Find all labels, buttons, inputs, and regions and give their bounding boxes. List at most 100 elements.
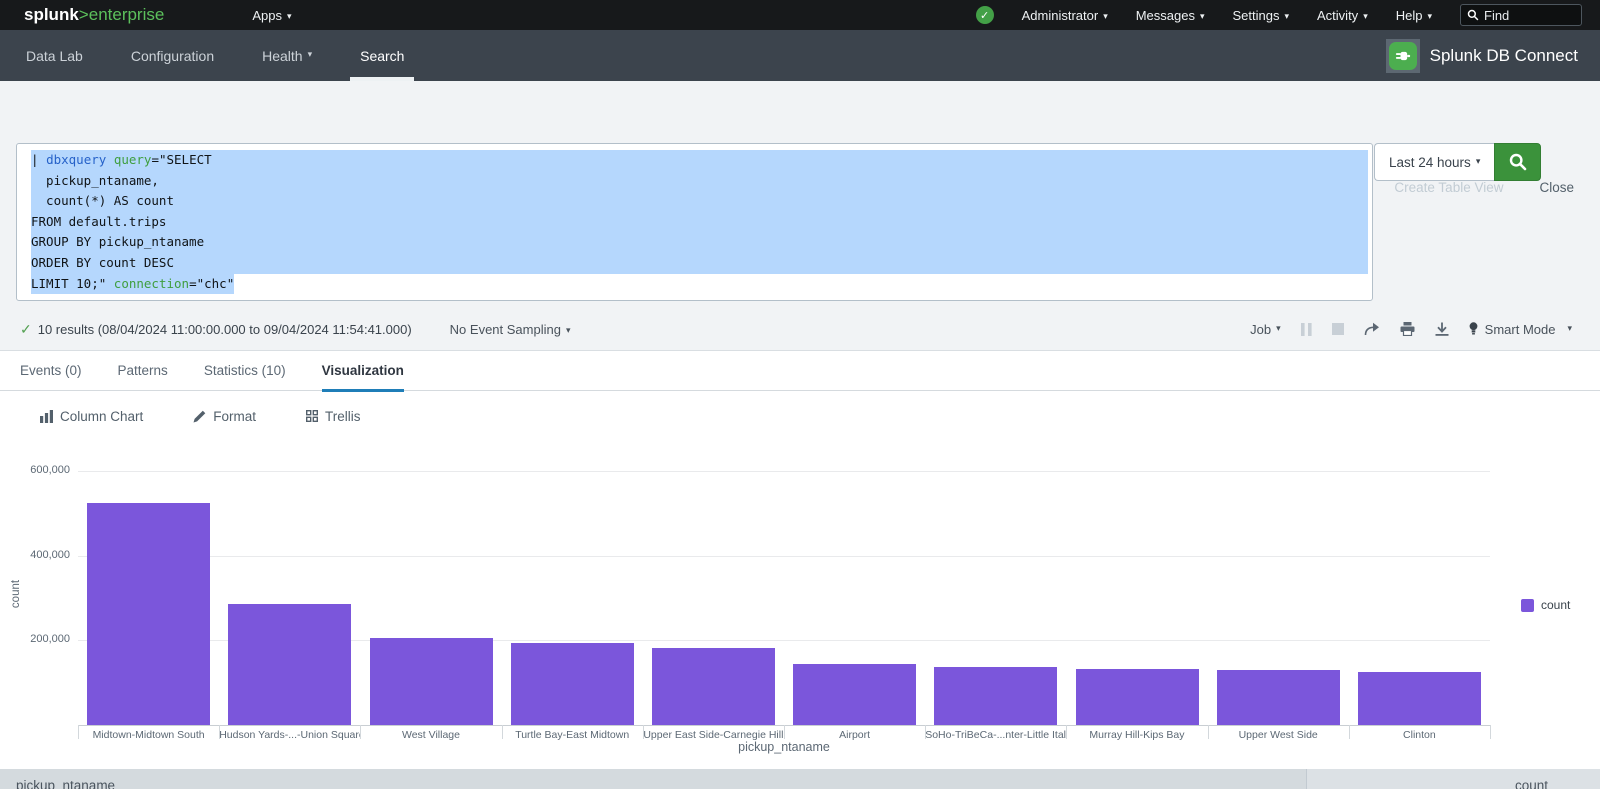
query-line: ORDER BY count DESC	[31, 253, 1368, 274]
apps-menu[interactable]: Apps▾	[252, 8, 291, 23]
find-input[interactable]	[1484, 8, 1570, 23]
bar[interactable]	[934, 667, 1057, 725]
x-category-label: Murray Hill-Kips Bay	[1066, 729, 1207, 741]
messages-menu[interactable]: Messages▾	[1136, 8, 1205, 23]
tab-events[interactable]: Events (0)	[20, 350, 82, 391]
tab-patterns[interactable]: Patterns	[118, 350, 168, 391]
help-menu[interactable]: Help▾	[1396, 8, 1432, 23]
search-query-input[interactable]: | dbxquery query="SELECT pickup_ntaname,…	[16, 143, 1373, 301]
top-bar: splunk>enterprise Apps▾ ✓ Administrator ▾…	[0, 0, 1600, 30]
chevron-down-icon: ▾	[287, 11, 292, 22]
bar[interactable]	[511, 643, 634, 725]
x-axis-title: pickup_ntaname	[78, 740, 1490, 754]
pencil-icon	[193, 410, 206, 423]
x-category-label: Upper West Side	[1208, 729, 1349, 741]
trellis-label: Trellis	[325, 409, 361, 424]
bar[interactable]	[87, 503, 210, 725]
x-category-label: Hudson Yards-...-Union Square	[219, 729, 360, 741]
gridline	[78, 556, 1490, 557]
run-search-button[interactable]	[1494, 143, 1541, 181]
bar[interactable]	[228, 604, 351, 725]
query-line: count(*) AS count	[31, 191, 1368, 212]
count-header-cell: count	[1306, 769, 1600, 789]
column-header-pickup-ntaname[interactable]: pickup_ntaname	[16, 778, 115, 789]
find-search-box[interactable]	[1460, 4, 1582, 26]
chart-legend[interactable]: count	[1521, 598, 1570, 612]
share-icon[interactable]	[1364, 322, 1380, 336]
bar[interactable]	[1358, 672, 1481, 725]
search-icon	[1467, 9, 1479, 21]
format-label: Format	[213, 409, 256, 424]
event-sampling-menu[interactable]: No Event Sampling▾	[450, 322, 571, 337]
x-category-label: Upper East Side-Carnegie Hill	[643, 729, 784, 741]
bar[interactable]	[793, 664, 916, 725]
nav-item-configuration[interactable]: Configuration	[129, 30, 216, 81]
x-category-label: Turtle Bay-East Midtown	[502, 729, 643, 741]
chart-type-picker[interactable]: Column Chart	[40, 409, 143, 424]
chevron-down-icon: ▾	[566, 325, 571, 336]
tab-label: Events (0)	[20, 363, 82, 378]
chevron-down-icon: ▾	[1363, 11, 1368, 22]
settings-menu[interactable]: Settings▾	[1233, 8, 1290, 23]
close-button[interactable]: Close	[1539, 180, 1574, 195]
bar[interactable]	[652, 648, 775, 725]
search-header-zone: New Search Save As▾ Create Table View Cl…	[0, 81, 1600, 350]
app-nav-bar: Data Lab Configuration Health▾ Search Sp…	[0, 30, 1600, 81]
results-summary: 10 results (08/04/2024 11:00:00.000 to 0…	[38, 322, 412, 337]
statistics-table-header: pickup_ntaname count	[0, 769, 1600, 789]
chevron-down-icon: ▾	[1567, 323, 1572, 334]
trellis-button[interactable]: Trellis	[306, 409, 361, 424]
db-connect-plug-icon	[1386, 39, 1420, 73]
nav-item-data-lab[interactable]: Data Lab	[24, 30, 85, 81]
administrator-menu-label: Administrator	[1022, 8, 1099, 23]
chevron-down-icon: ▾	[308, 49, 313, 60]
column-chart-icon	[40, 410, 53, 423]
x-category-label: Airport	[784, 729, 925, 741]
activity-menu[interactable]: Activity▾	[1317, 8, 1368, 23]
query-line: | dbxquery query="SELECT	[31, 150, 1368, 171]
tab-label: Statistics (10)	[204, 363, 286, 378]
tab-statistics[interactable]: Statistics (10)	[204, 350, 286, 391]
search-icon	[1508, 152, 1528, 172]
app-identity[interactable]: Splunk DB Connect	[1386, 39, 1578, 73]
splunk-enterprise-logo: splunk>enterprise	[24, 5, 164, 25]
download-icon[interactable]	[1435, 322, 1449, 336]
smart-mode-label: Smart Mode	[1485, 322, 1556, 337]
nav-item-health[interactable]: Health▾	[260, 30, 314, 81]
results-check-icon: ✓	[20, 321, 32, 338]
chevron-down-icon: ▾	[1276, 323, 1281, 334]
close-label: Close	[1539, 180, 1574, 195]
trellis-grid-icon	[306, 410, 318, 422]
chevron-down-icon: ▾	[1103, 11, 1108, 22]
tab-visualization[interactable]: Visualization	[322, 350, 404, 391]
smart-mode-menu[interactable]: Smart Mode ▾	[1469, 322, 1572, 337]
bar[interactable]	[370, 638, 493, 725]
bar[interactable]	[1076, 669, 1199, 725]
nav-item-search[interactable]: Search	[358, 30, 406, 81]
y-tick-label: 600,000	[0, 464, 70, 476]
query-line: FROM default.trips	[31, 212, 1368, 233]
nav-label: Data Lab	[26, 48, 83, 64]
administrator-menu[interactable]: Administrator ▾	[1022, 8, 1108, 23]
health-check-icon[interactable]: ✓	[976, 6, 994, 24]
format-button[interactable]: Format	[193, 409, 256, 424]
job-menu[interactable]: Job ▾	[1250, 322, 1281, 337]
chevron-down-icon: ▾	[1200, 11, 1205, 22]
app-title: Splunk DB Connect	[1430, 46, 1578, 66]
query-line: pickup_ntaname,	[31, 171, 1368, 192]
print-icon[interactable]	[1400, 322, 1415, 336]
create-table-view-label: Create Table View	[1394, 180, 1503, 195]
tab-label: Visualization	[322, 363, 404, 378]
column-header-count[interactable]: count	[1515, 778, 1548, 789]
job-menu-label: Job	[1250, 322, 1271, 337]
time-range-label: Last 24 hours	[1389, 155, 1471, 170]
chevron-down-icon: ▾	[1284, 11, 1289, 22]
chevron-down-icon: ▾	[1427, 11, 1432, 22]
time-range-group: Last 24 hours▾	[1374, 143, 1541, 181]
bar[interactable]	[1217, 670, 1340, 726]
time-range-picker[interactable]: Last 24 hours▾	[1374, 143, 1494, 181]
x-tick-mark	[1490, 725, 1491, 739]
x-category-label: West Village	[360, 729, 501, 741]
gridline	[78, 471, 1490, 472]
check-glyph: ✓	[980, 9, 989, 22]
